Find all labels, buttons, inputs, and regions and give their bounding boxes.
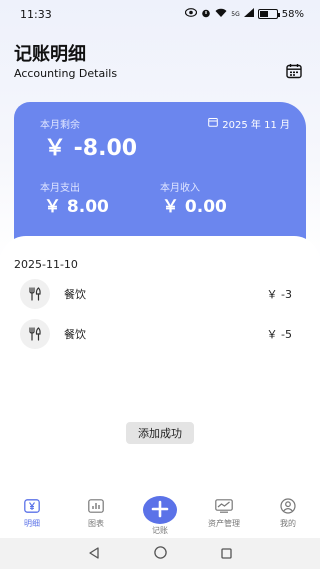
recents-icon[interactable] (221, 544, 232, 563)
expense-value: ￥ 8.00 (44, 197, 109, 217)
eye-icon (185, 8, 198, 20)
record-item[interactable]: 餐饮 ￥ -5 (20, 319, 292, 349)
toast-message: 添加成功 (126, 422, 194, 444)
system-nav-bar (0, 538, 320, 569)
record-date: 2025-11-10 (14, 258, 78, 271)
nav-label: 我的 (280, 519, 296, 528)
status-time: 11:33 (20, 7, 52, 21)
home-icon[interactable] (154, 544, 167, 563)
network-type: 5G (231, 10, 240, 18)
battery-icon (257, 9, 280, 19)
nav-profile[interactable]: 我的 (256, 490, 320, 536)
balance-label: 本月剩余 (40, 120, 80, 131)
nav-chart[interactable]: 图表 (64, 490, 128, 536)
status-icons: 5G 58% (185, 8, 304, 21)
income-value: ￥ 0.00 (162, 197, 227, 217)
calendar-small-icon (208, 117, 219, 130)
status-bar: 11:33 5G 58% (0, 0, 320, 28)
add-record-button[interactable] (143, 496, 177, 524)
record-category: 餐饮 (64, 328, 86, 341)
page-subtitle: Accounting Details (14, 67, 118, 80)
calendar-icon (286, 63, 302, 83)
nav-label: 明细 (24, 519, 40, 528)
battery-fill (259, 11, 269, 17)
utensils-icon (20, 279, 50, 309)
record-category: 餐饮 (64, 288, 86, 301)
user-icon (279, 498, 297, 514)
bottom-nav: 明细 图表 记账 资产管理 我的 (0, 490, 320, 536)
record-amount: ￥ -5 (266, 328, 292, 341)
calendar-button[interactable] (284, 63, 304, 83)
plus-icon (151, 500, 169, 520)
chart-icon (87, 498, 105, 514)
nav-label: 记账 (152, 526, 168, 535)
back-icon[interactable] (88, 544, 100, 563)
record-amount: ￥ -3 (266, 288, 292, 301)
signal-icon (243, 8, 254, 20)
month-picker[interactable]: 2025 年 11 月 (208, 116, 290, 131)
wifi-icon (215, 8, 227, 20)
month-label: 2025 年 11 月 (222, 120, 290, 131)
monthly-summary-card: 本月剩余 2025 年 11 月 ￥ -8.00 本月支出 ￥ 8.00 本月收… (14, 102, 306, 252)
asset-icon (215, 498, 233, 514)
nav-label: 资产管理 (208, 519, 240, 528)
records-panel (0, 236, 320, 491)
alarm-icon (201, 8, 211, 21)
battery-percent: 58% (281, 8, 304, 20)
record-item[interactable]: 餐饮 ￥ -3 (20, 279, 292, 309)
nav-add-record[interactable]: 记账 (128, 490, 192, 536)
nav-assets[interactable]: 资产管理 (192, 490, 256, 536)
nav-details[interactable]: 明细 (0, 490, 64, 536)
page-title: 记账明细 (14, 44, 86, 65)
utensils-icon (20, 319, 50, 349)
yen-icon (23, 498, 41, 514)
nav-label: 图表 (88, 519, 104, 528)
balance-value: ￥ -8.00 (44, 136, 138, 161)
